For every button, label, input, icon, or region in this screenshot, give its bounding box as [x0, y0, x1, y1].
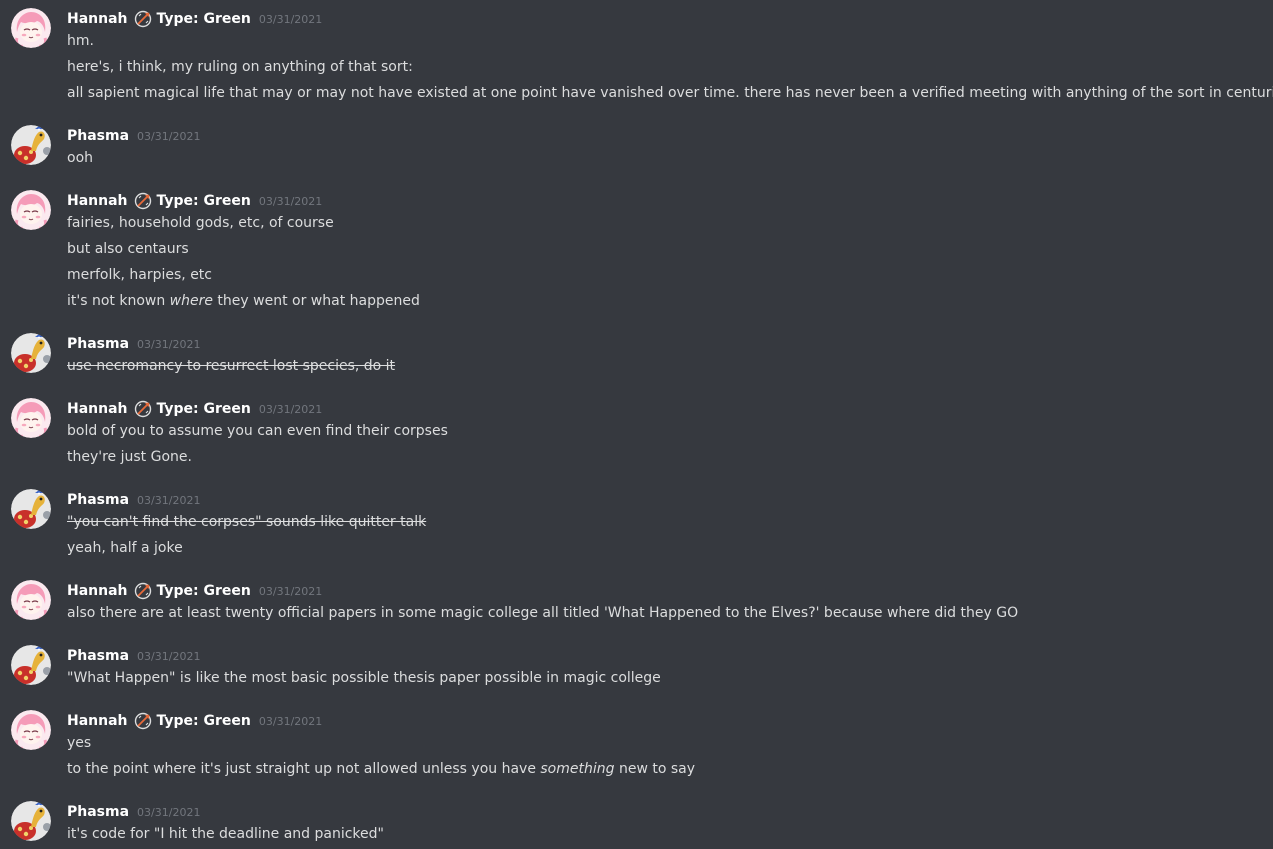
- message-text: it's code for "I hit the deadline and pa…: [67, 826, 384, 842]
- hannah-avatar[interactable]: [11, 8, 51, 48]
- strikethrough-text: "you can't find the corpses" sounds like…: [67, 514, 427, 530]
- hannah-avatar[interactable]: [11, 398, 51, 438]
- message-text: ooh: [67, 150, 94, 166]
- username[interactable]: Phasma: [67, 648, 129, 664]
- message-header: Phasma 03/31/2021: [67, 489, 200, 511]
- phasma-avatar[interactable]: [11, 801, 51, 841]
- phasma-avatar[interactable]: [11, 645, 51, 685]
- phasma-avatar[interactable]: [11, 333, 51, 373]
- message-header: Phasma 03/31/2021: [67, 333, 200, 355]
- message-header: Hannah Type: Green 03/31/2021: [67, 8, 322, 30]
- message-text: but also centaurs: [67, 241, 189, 257]
- chat-message-list: Hannah Type: Green 03/31/2021 hm. here's, i…: [0, 0, 1273, 849]
- role-tag: Type: Green: [156, 401, 251, 417]
- message-text: hm.: [67, 33, 94, 49]
- message-text: fairies, household gods, etc, of course: [67, 215, 334, 231]
- message-text: bold of you to assume you can even find …: [67, 423, 448, 439]
- strikethrough-text: use necromancy to resurrect lost species…: [67, 358, 396, 374]
- message-text: to the point where it's just straight up…: [67, 761, 696, 777]
- message-text: "What Happen" is like the most basic pos…: [67, 670, 661, 686]
- role-tag: Type: Green: [156, 11, 251, 27]
- message-header: Hannah Type: Green 03/31/2021: [67, 580, 322, 602]
- role-tag: Type: Green: [156, 713, 251, 729]
- italic-text: something: [540, 761, 615, 777]
- timestamp[interactable]: 03/31/2021: [137, 650, 200, 663]
- hannah-avatar[interactable]: [11, 710, 51, 750]
- message-text: all sapient magical life that may or may…: [67, 85, 1273, 101]
- role-tag: Type: Green: [156, 583, 251, 599]
- phasma-avatar[interactable]: [11, 489, 51, 529]
- timestamp[interactable]: 03/31/2021: [137, 494, 200, 507]
- hannah-avatar[interactable]: [11, 580, 51, 620]
- role-icon: [134, 712, 152, 730]
- message-header: Phasma 03/31/2021: [67, 645, 200, 667]
- message-header: Hannah Type: Green 03/31/2021: [67, 710, 322, 732]
- message-header: Phasma 03/31/2021: [67, 801, 200, 823]
- phasma-avatar[interactable]: [11, 125, 51, 165]
- message-text: "you can't find the corpses" sounds like…: [67, 511, 426, 533]
- message-text: use necromancy to resurrect lost species…: [67, 355, 395, 377]
- username[interactable]: Hannah: [67, 193, 128, 209]
- italic-text: where: [169, 293, 213, 309]
- timestamp[interactable]: 03/31/2021: [259, 403, 322, 416]
- message-text: here's, i think, my ruling on anything o…: [67, 59, 413, 75]
- username[interactable]: Hannah: [67, 401, 128, 417]
- role-icon: [134, 582, 152, 600]
- username[interactable]: Phasma: [67, 492, 129, 508]
- message-text: merfolk, harpies, etc: [67, 267, 212, 283]
- role-icon: [134, 10, 152, 28]
- timestamp[interactable]: 03/31/2021: [137, 130, 200, 143]
- role-tag: Type: Green: [156, 193, 251, 209]
- role-icon: [134, 400, 152, 418]
- timestamp[interactable]: 03/31/2021: [137, 338, 200, 351]
- message-header: Hannah Type: Green 03/31/2021: [67, 190, 322, 212]
- message-text: they're just Gone.: [67, 449, 192, 465]
- username[interactable]: Phasma: [67, 336, 129, 352]
- message-text: also there are at least twenty official …: [67, 605, 1019, 621]
- message-text: it's not known where they went or what h…: [67, 293, 420, 309]
- message-text: yes: [67, 735, 92, 751]
- username[interactable]: Phasma: [67, 128, 129, 144]
- message-header: Hannah Type: Green 03/31/2021: [67, 398, 322, 420]
- username[interactable]: Hannah: [67, 11, 128, 27]
- timestamp[interactable]: 03/31/2021: [137, 806, 200, 819]
- message-text: yeah, half a joke: [67, 540, 183, 556]
- username[interactable]: Hannah: [67, 713, 128, 729]
- message-header: Phasma 03/31/2021: [67, 125, 200, 147]
- timestamp[interactable]: 03/31/2021: [259, 715, 322, 728]
- role-icon: [134, 192, 152, 210]
- hannah-avatar[interactable]: [11, 190, 51, 230]
- timestamp[interactable]: 03/31/2021: [259, 195, 322, 208]
- username[interactable]: Phasma: [67, 804, 129, 820]
- timestamp[interactable]: 03/31/2021: [259, 13, 322, 26]
- username[interactable]: Hannah: [67, 583, 128, 599]
- timestamp[interactable]: 03/31/2021: [259, 585, 322, 598]
